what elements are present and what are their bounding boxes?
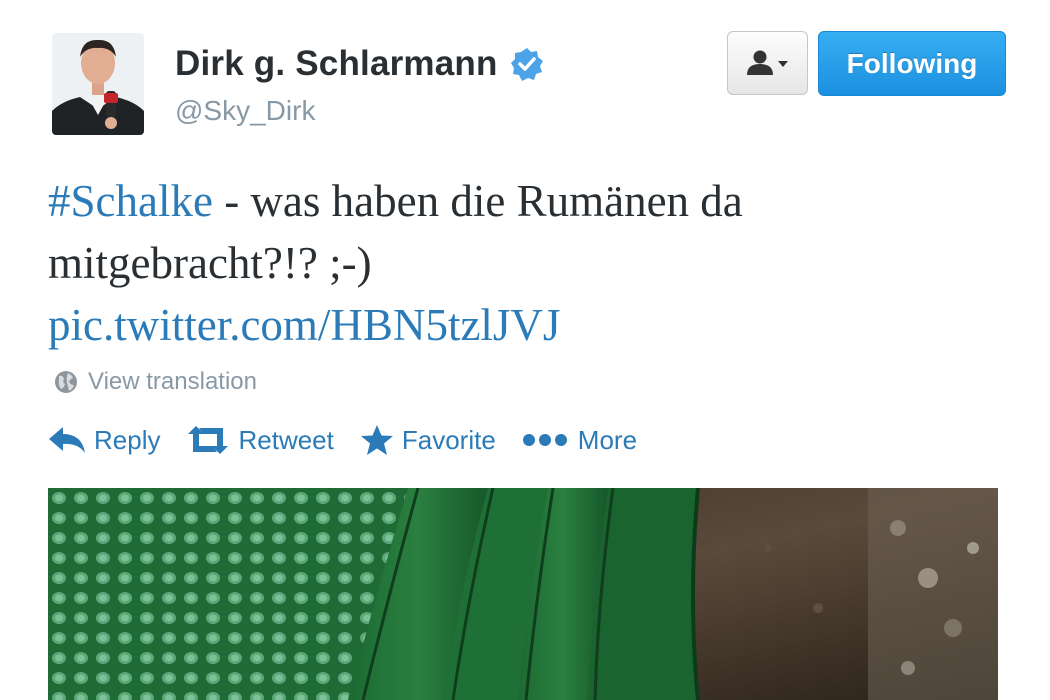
user-handle[interactable]: @Sky_Dirk <box>175 95 315 127</box>
verified-badge-icon <box>510 47 544 81</box>
avatar[interactable] <box>52 33 144 135</box>
profile-photo <box>52 33 144 135</box>
user-dropdown-icon <box>746 50 788 75</box>
more-action[interactable]: More <box>522 425 637 456</box>
following-button[interactable]: Following <box>818 31 1006 96</box>
tweet-actions: Reply Retweet Favorite More <box>48 424 663 456</box>
tweet-photo-image <box>48 488 998 700</box>
view-translation[interactable]: View translation <box>54 368 257 396</box>
retweet-label[interactable]: Retweet <box>238 425 333 456</box>
more-dots-icon <box>522 434 567 446</box>
reply-action[interactable]: Reply <box>48 425 160 456</box>
favorite-label[interactable]: Favorite <box>402 425 496 456</box>
tweet-photo[interactable] <box>48 488 998 700</box>
more-label[interactable]: More <box>578 425 637 456</box>
globe-icon <box>55 371 77 393</box>
picture-link[interactable]: pic.twitter.com/HBN5tzlJVJ <box>48 300 560 350</box>
star-icon <box>360 425 393 455</box>
user-actions-button[interactable] <box>727 31 808 95</box>
display-name[interactable]: Dirk g. Schlarmann <box>175 44 544 84</box>
display-name-text[interactable]: Dirk g. Schlarmann <box>175 44 498 84</box>
reply-icon <box>49 427 85 453</box>
retweet-action[interactable]: Retweet <box>186 425 334 456</box>
view-translation-label[interactable]: View translation <box>88 368 257 396</box>
retweet-icon <box>188 426 229 454</box>
favorite-action[interactable]: Favorite <box>360 424 496 456</box>
reply-label[interactable]: Reply <box>94 425 160 456</box>
hashtag-link[interactable]: #Schalke <box>48 176 213 226</box>
tweet-text: #Schalke - was haben die Rumänen da mitg… <box>48 170 1008 356</box>
